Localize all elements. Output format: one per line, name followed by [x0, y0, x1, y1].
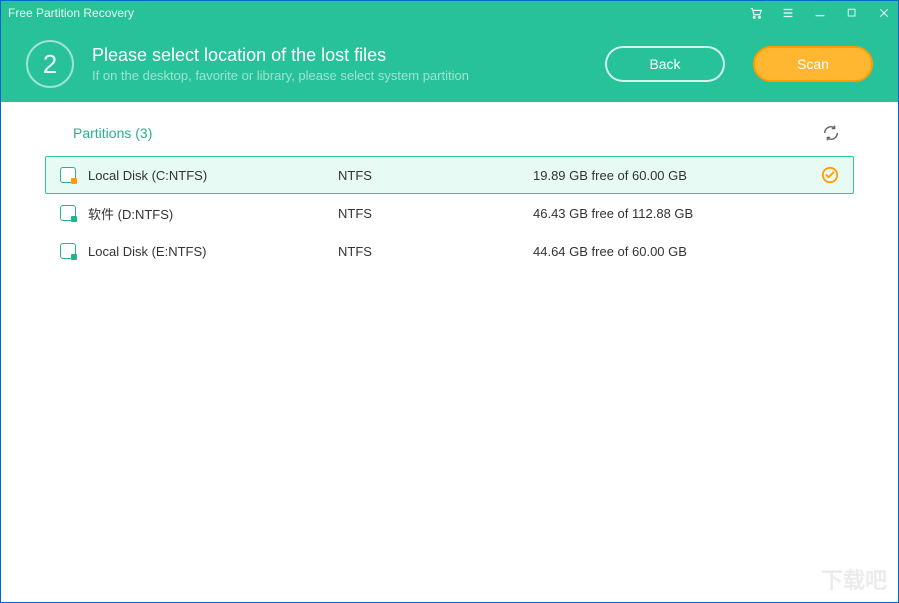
partition-name: Local Disk (E:NTFS)	[88, 244, 338, 259]
partition-filesystem: NTFS	[338, 168, 533, 183]
step-header: 2 Please select location of the lost fil…	[0, 26, 899, 102]
close-icon[interactable]	[877, 6, 891, 20]
scan-button[interactable]: Scan	[753, 46, 873, 82]
maximize-icon[interactable]	[845, 6, 859, 20]
partition-row[interactable]: Local Disk (C:NTFS)NTFS19.89 GB free of …	[45, 156, 854, 194]
check-icon	[821, 166, 839, 184]
disk-icon	[60, 243, 76, 259]
partition-filesystem: NTFS	[338, 206, 533, 221]
step-number-circle: 2	[26, 40, 74, 88]
refresh-icon[interactable]	[822, 124, 840, 142]
partition-list: Local Disk (C:NTFS)NTFS19.89 GB free of …	[45, 156, 854, 270]
partition-row[interactable]: 软件 (D:NTFS)NTFS46.43 GB free of 112.88 G…	[45, 194, 854, 232]
back-button[interactable]: Back	[605, 46, 725, 82]
disk-icon	[60, 205, 76, 221]
partition-row[interactable]: Local Disk (E:NTFS)NTFS44.64 GB free of …	[45, 232, 854, 270]
content-area: Partitions (3) Local Disk (C:NTFS)NTFS19…	[0, 102, 899, 292]
titlebar: Free Partition Recovery	[0, 0, 899, 26]
step-subheading: If on the desktop, favorite or library, …	[92, 68, 587, 83]
partition-free-space: 46.43 GB free of 112.88 GB	[533, 206, 839, 221]
window-controls	[749, 6, 891, 20]
partition-free-space: 44.64 GB free of 60.00 GB	[533, 244, 839, 259]
partitions-label: Partitions (3)	[73, 125, 152, 141]
window-title: Free Partition Recovery	[8, 6, 749, 20]
partition-name: 软件 (D:NTFS)	[88, 204, 338, 223]
watermark: 下载吧	[821, 563, 887, 595]
step-number: 2	[43, 49, 57, 80]
cart-icon[interactable]	[749, 6, 763, 20]
menu-icon[interactable]	[781, 6, 795, 20]
partitions-header: Partitions (3)	[45, 124, 854, 156]
partition-free-space: 19.89 GB free of 60.00 GB	[533, 168, 821, 183]
partition-name: Local Disk (C:NTFS)	[88, 168, 338, 183]
disk-icon	[60, 167, 76, 183]
minimize-icon[interactable]	[813, 6, 827, 20]
step-text: Please select location of the lost files…	[92, 45, 587, 83]
partition-filesystem: NTFS	[338, 244, 533, 259]
step-heading: Please select location of the lost files	[92, 45, 587, 66]
